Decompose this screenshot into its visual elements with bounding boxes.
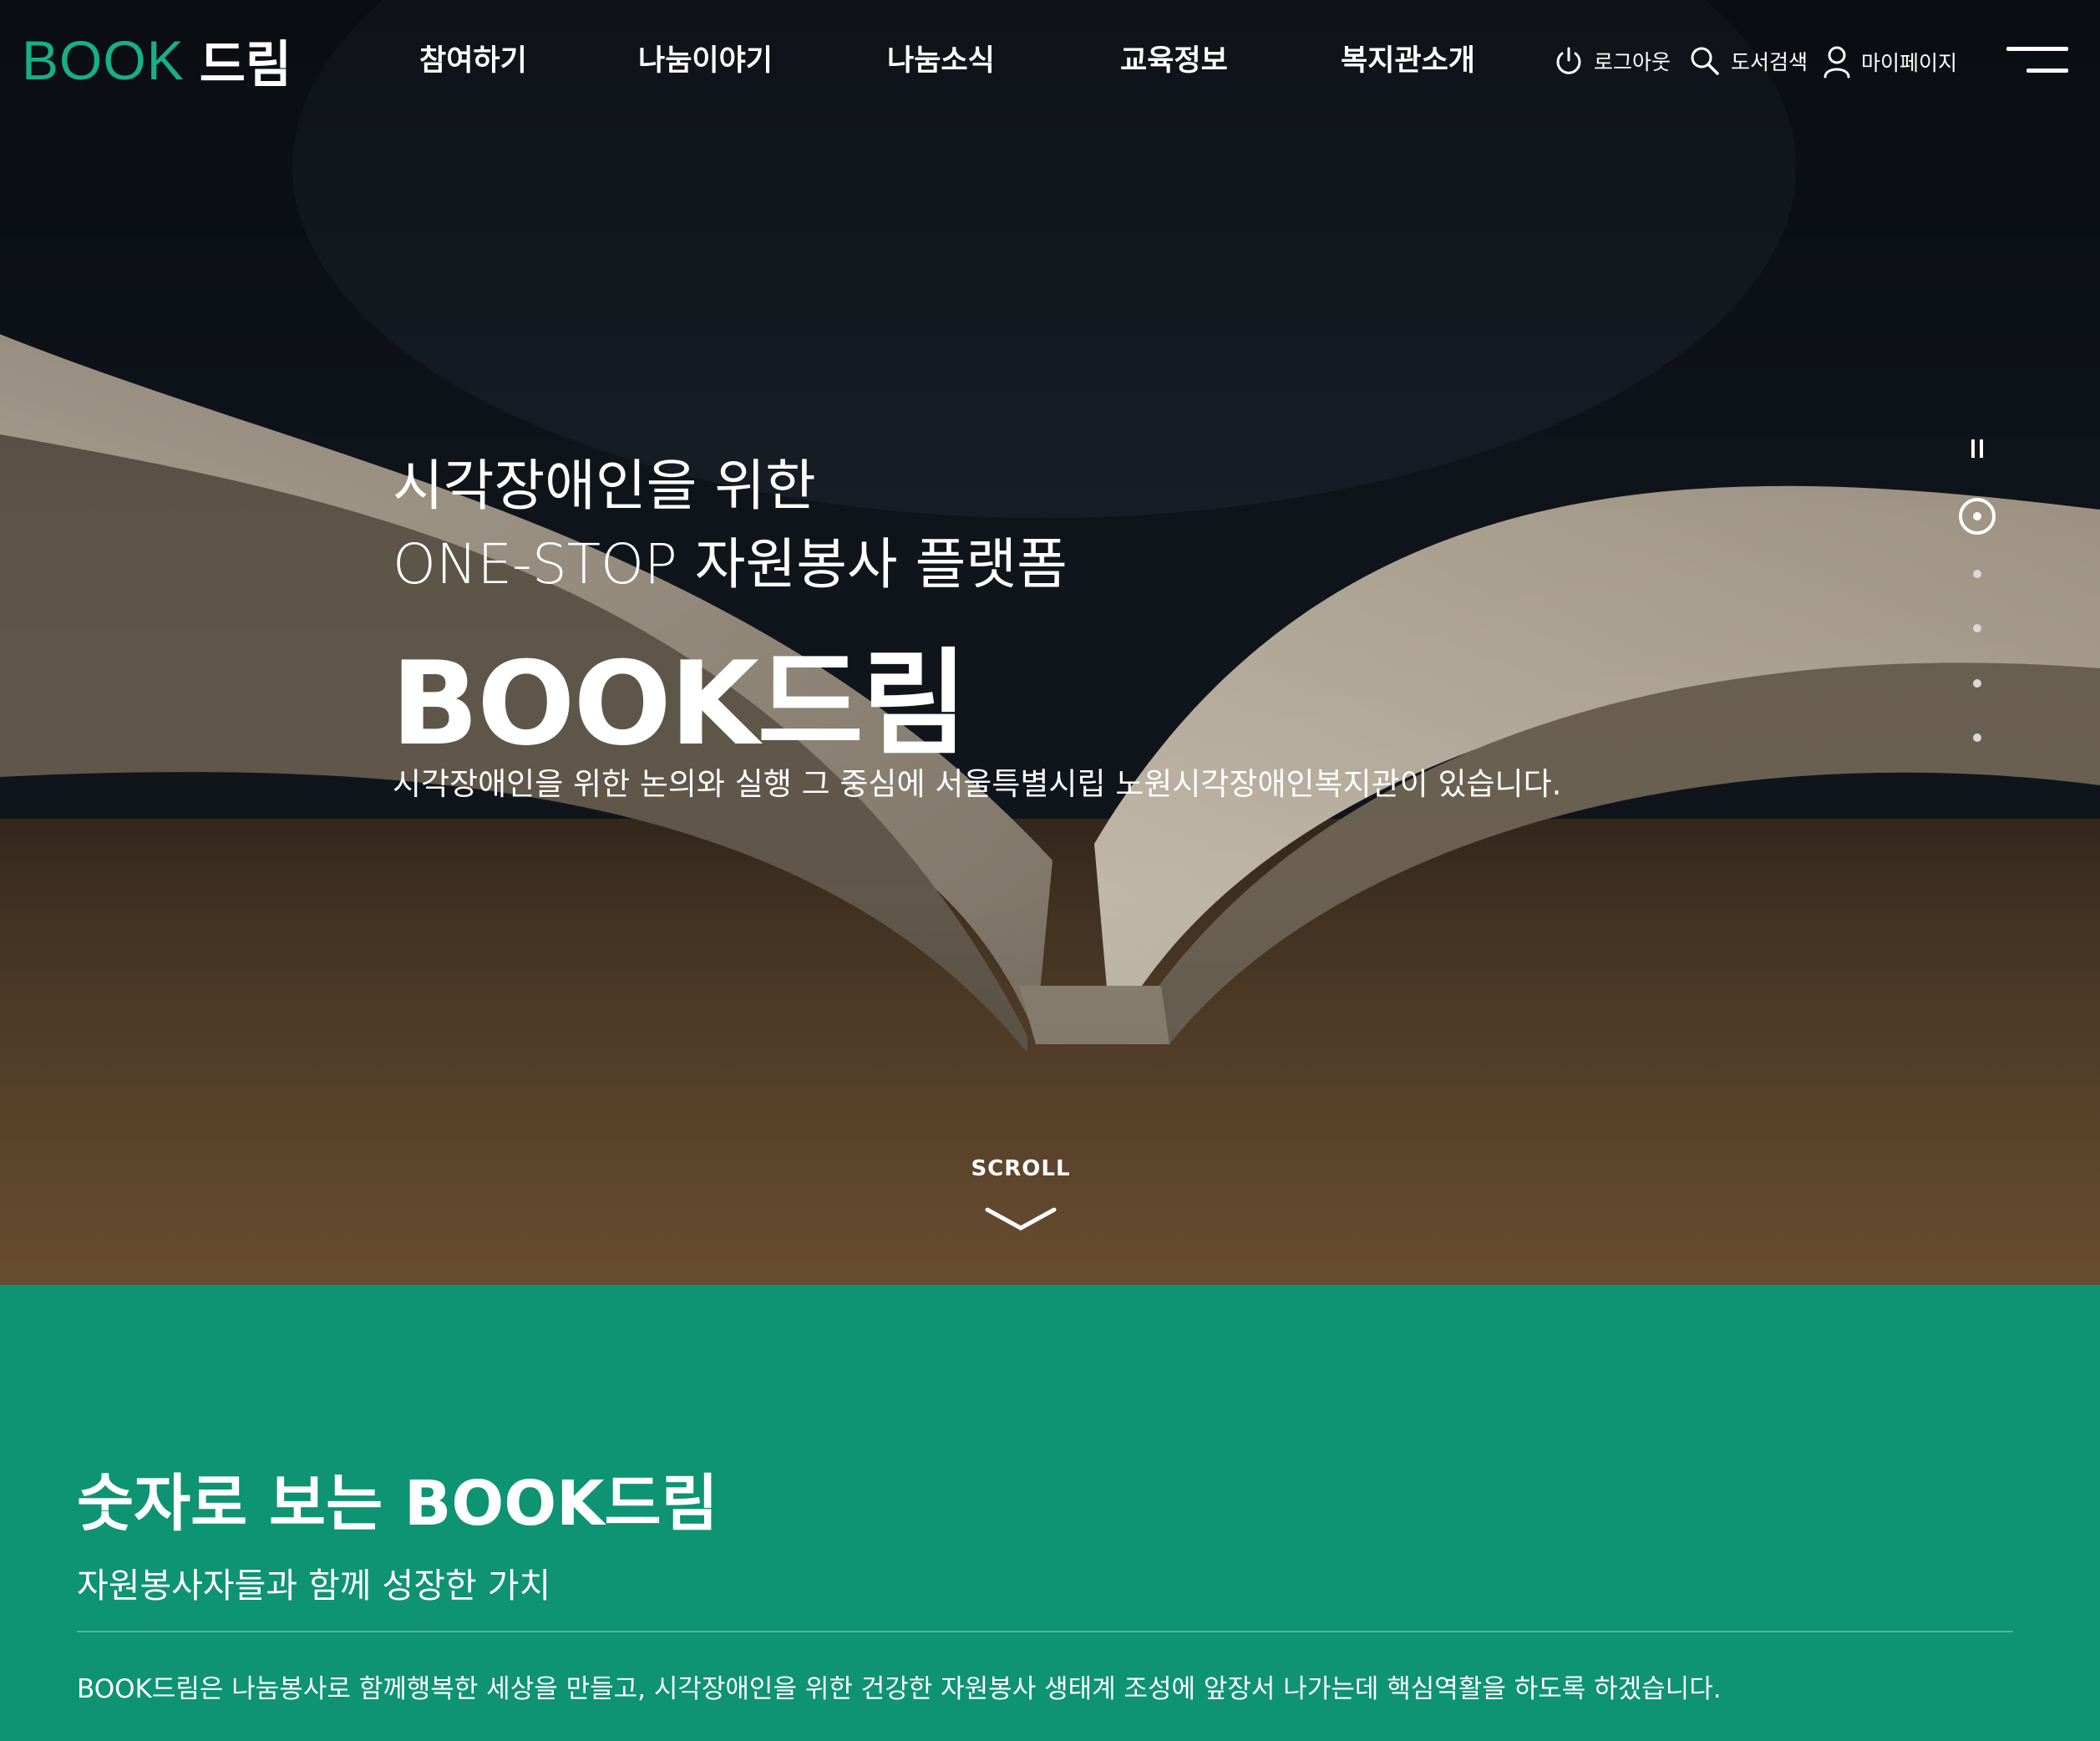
- user-icon: [1824, 46, 1850, 79]
- pause-icon[interactable]: [1971, 439, 1983, 458]
- hero-subtitle-1: 시각장애인을 위한: [393, 454, 816, 518]
- mypage-link[interactable]: 마이페이지: [1823, 45, 1957, 79]
- stats-title: 숫자로 보는 BOOK드림: [77, 1468, 718, 1540]
- chevron-down-icon[interactable]: [984, 1205, 1058, 1235]
- book-search-label: 도서검색: [1731, 50, 1808, 74]
- nav-item-participate[interactable]: 참여하기: [419, 37, 527, 79]
- slide-dot-5[interactable]: [1973, 733, 1981, 742]
- site-header: BOOK 드림 참여하기 나눔이야기 나눔소식 교육정보 복지관소개 로그아웃 …: [0, 0, 2100, 125]
- nav-item-education[interactable]: 교육정보: [1120, 37, 1228, 79]
- site-logo[interactable]: BOOK 드림: [22, 27, 292, 94]
- logo-book-text: BOOK: [22, 29, 185, 91]
- power-icon: [1556, 47, 1581, 74]
- logout-link[interactable]: 로그아웃: [1554, 45, 1671, 77]
- scroll-label[interactable]: SCROLL: [961, 1156, 1081, 1181]
- stats-section: 숫자로 보는 BOOK드림 자원봉사자들과 함께 성장한 가치 BOOK드림은 …: [0, 1285, 2100, 1741]
- book-search-link[interactable]: 도서검색: [1689, 45, 1808, 77]
- slide-dot-1[interactable]: [1959, 498, 1996, 535]
- nav-item-about[interactable]: 복지관소개: [1341, 37, 1475, 79]
- slide-dot-2[interactable]: [1973, 570, 1981, 578]
- menu-icon[interactable]: [2006, 43, 2068, 77]
- hero-section: 시각장애인을 위한 ONE-STOP 자원봉사 플랫폼 BOOK드림 시각장애인…: [0, 0, 2100, 1285]
- hero-dark-overlay: [0, 0, 2100, 1285]
- slide-dot-4[interactable]: [1973, 679, 1981, 688]
- nav-item-news[interactable]: 나눔소식: [887, 37, 995, 79]
- stats-subtitle: 자원봉사자들과 함께 성장한 가치: [77, 1566, 551, 1606]
- hero-description: 시각장애인을 위한 논의와 실행 그 중심에 서울특별시립 노원시각장애인복지관…: [393, 766, 1562, 802]
- divider: [77, 1631, 2013, 1632]
- logo-dream-text: 드림: [199, 35, 292, 94]
- mypage-label: 마이페이지: [1861, 51, 1958, 75]
- logout-label: 로그아웃: [1594, 50, 1671, 74]
- slide-dot-3[interactable]: [1973, 624, 1981, 632]
- nav-item-stories[interactable]: 나눔이야기: [638, 37, 773, 79]
- stats-description: BOOK드림은 나눔봉사로 함께행복한 세상을 만들고, 시각장애인을 위한 건…: [77, 1674, 1722, 1704]
- hero-title: BOOK드림: [391, 637, 968, 771]
- search-icon: [1691, 47, 1719, 75]
- hero-subtitle-2: ONE-STOP 자원봉사 플랫폼: [393, 532, 1068, 596]
